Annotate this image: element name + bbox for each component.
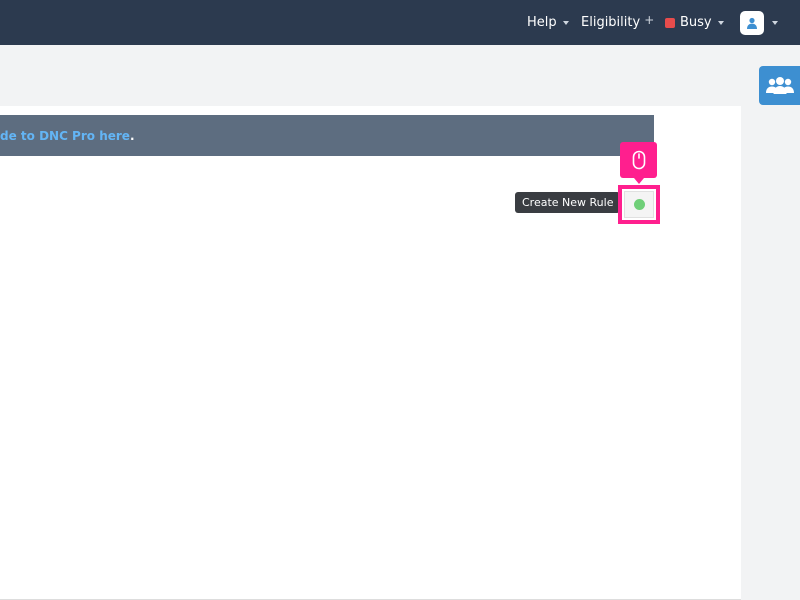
- page-subheader: [0, 45, 740, 106]
- create-new-rule-button[interactable]: [624, 191, 654, 218]
- team-icon: [766, 76, 794, 94]
- avatar: [740, 10, 764, 35]
- status-indicator-icon: [665, 17, 675, 28]
- team-button[interactable]: [759, 66, 800, 105]
- upgrade-banner: de to DNC Pro here.: [0, 115, 654, 156]
- tooltip-text: Create New Rule: [522, 196, 614, 209]
- eligibility-menu-label: Eligibility: [581, 15, 641, 30]
- upgrade-link[interactable]: de to DNC Pro here: [0, 129, 130, 143]
- user-icon: [747, 17, 757, 29]
- help-menu-label: Help: [527, 15, 557, 30]
- caret-down-icon: [717, 21, 724, 25]
- status-label: Busy: [680, 15, 712, 30]
- eligibility-menu[interactable]: Eligibility +: [581, 0, 654, 45]
- plus-icon: +: [644, 13, 655, 27]
- main-content-panel: [0, 106, 741, 600]
- click-indicator: [620, 142, 657, 184]
- green-dot-icon: [633, 199, 645, 210]
- caret-down-icon: [562, 21, 569, 25]
- status-menu[interactable]: Busy: [665, 0, 724, 45]
- help-menu[interactable]: Help: [527, 0, 569, 45]
- caret-down-icon: [772, 21, 778, 25]
- banner-trailing-text: .: [129, 128, 135, 143]
- top-navbar: Help Eligibility + Busy: [0, 0, 800, 45]
- mouse-icon: [632, 150, 645, 170]
- right-rail: [741, 45, 800, 600]
- create-rule-tooltip: Create New Rule: [515, 192, 627, 213]
- user-menu[interactable]: [740, 0, 778, 45]
